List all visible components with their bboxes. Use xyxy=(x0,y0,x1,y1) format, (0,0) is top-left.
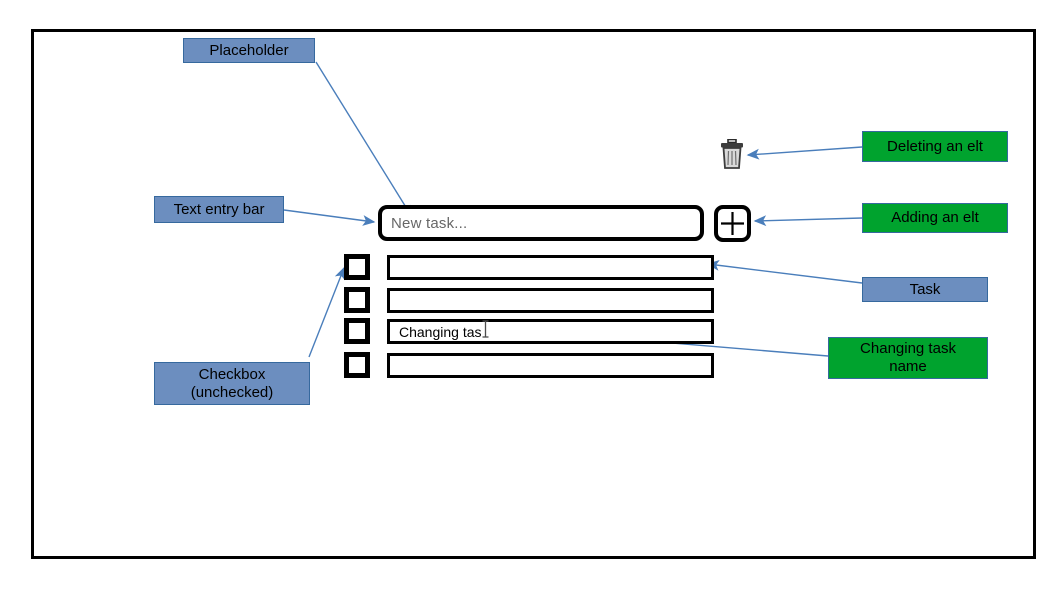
task-checkbox[interactable] xyxy=(344,352,370,378)
task-name-field[interactable]: Changing tas xyxy=(387,319,714,344)
note-deleting-an-elt-label: Deleting an elt xyxy=(887,137,983,155)
note-task-label: Task xyxy=(909,280,941,298)
note-changing-task-name: Changing task name xyxy=(828,337,988,379)
new-task-input[interactable]: New task... xyxy=(378,205,704,241)
add-task-button[interactable] xyxy=(714,205,751,242)
note-changing-task-name-label-line2: name xyxy=(889,358,927,375)
diagram-canvas: Placeholder Text entry bar Checkbox (unc… xyxy=(0,0,1058,595)
task-name-text: Changing tas xyxy=(399,323,482,340)
note-placeholder-label: Placeholder xyxy=(209,41,289,59)
task-name-field[interactable] xyxy=(387,288,714,313)
note-task: Task xyxy=(862,277,988,302)
trash-icon[interactable] xyxy=(719,139,745,169)
ibeam-cursor xyxy=(482,320,489,338)
note-checkbox: Checkbox (unchecked) xyxy=(154,362,310,405)
note-text-entry-bar-label: Text entry bar xyxy=(173,200,265,218)
note-placeholder: Placeholder xyxy=(183,38,315,63)
plus-icon xyxy=(721,212,744,235)
task-name-field[interactable] xyxy=(387,255,714,280)
task-name-field[interactable] xyxy=(387,353,714,378)
task-checkbox[interactable] xyxy=(344,287,370,313)
new-task-input-placeholder: New task... xyxy=(391,214,468,232)
note-adding-an-elt: Adding an elt xyxy=(862,203,1008,233)
task-checkbox[interactable] xyxy=(344,318,370,344)
task-checkbox[interactable] xyxy=(344,254,370,280)
note-checkbox-label-line1: Checkbox xyxy=(198,365,266,383)
note-deleting-an-elt: Deleting an elt xyxy=(862,131,1008,162)
note-adding-an-elt-label: Adding an elt xyxy=(891,209,979,226)
note-changing-task-name-label-line1: Changing task xyxy=(860,340,956,357)
note-checkbox-label-line2: (unchecked) xyxy=(190,383,274,401)
note-text-entry-bar: Text entry bar xyxy=(154,196,284,223)
